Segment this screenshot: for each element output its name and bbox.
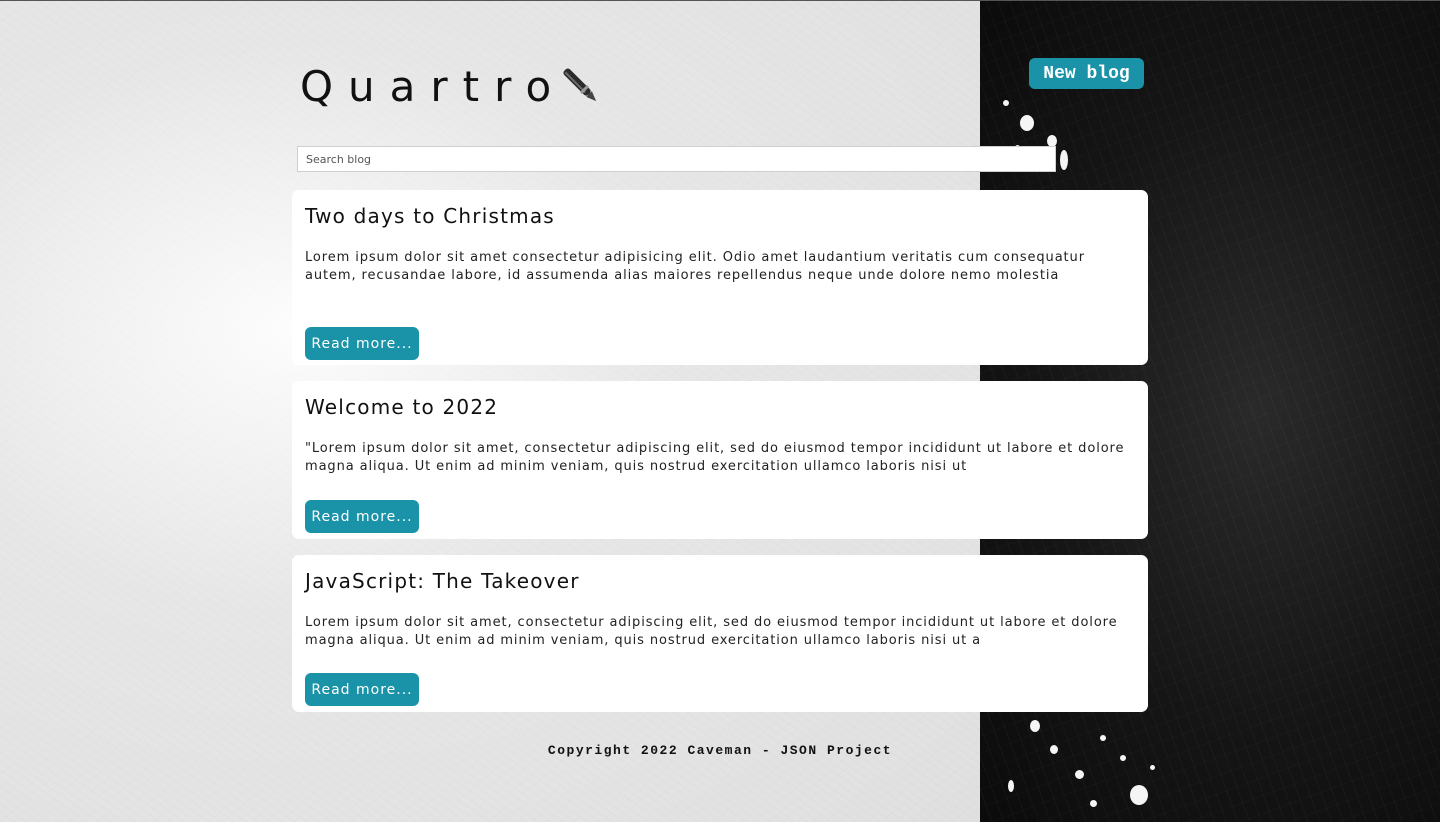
blog-card: JavaScript: The Takeover Lorem ipsum dol… xyxy=(292,555,1148,712)
logo: Quartro xyxy=(300,62,604,111)
logo-text: Quartro xyxy=(300,62,567,111)
blog-card-excerpt: Lorem ipsum dolor sit amet, consectetur … xyxy=(305,615,1118,648)
read-more-button[interactable]: Read more... xyxy=(305,327,419,360)
blog-card-excerpt: Lorem ipsum dolor sit amet consectetur a… xyxy=(305,250,1085,283)
footer-copyright: Copyright 2022 Caveman - JSON Project xyxy=(547,743,893,758)
pen-icon xyxy=(563,67,597,101)
blog-card-title: Two days to Christmas xyxy=(305,204,555,228)
read-more-button[interactable]: Read more... xyxy=(305,500,419,533)
blog-card: Two days to Christmas Lorem ipsum dolor … xyxy=(292,190,1148,365)
blog-card-excerpt: "Lorem ipsum dolor sit amet, consectetur… xyxy=(305,441,1125,474)
blog-card-title: Welcome to 2022 xyxy=(305,395,499,419)
top-border xyxy=(0,0,1440,1)
blog-card: Welcome to 2022 "Lorem ipsum dolor sit a… xyxy=(292,381,1148,539)
blog-card-title: JavaScript: The Takeover xyxy=(305,569,580,593)
search-input[interactable] xyxy=(297,146,1056,172)
new-blog-button[interactable]: New blog xyxy=(1029,58,1144,89)
read-more-button[interactable]: Read more... xyxy=(305,673,419,706)
